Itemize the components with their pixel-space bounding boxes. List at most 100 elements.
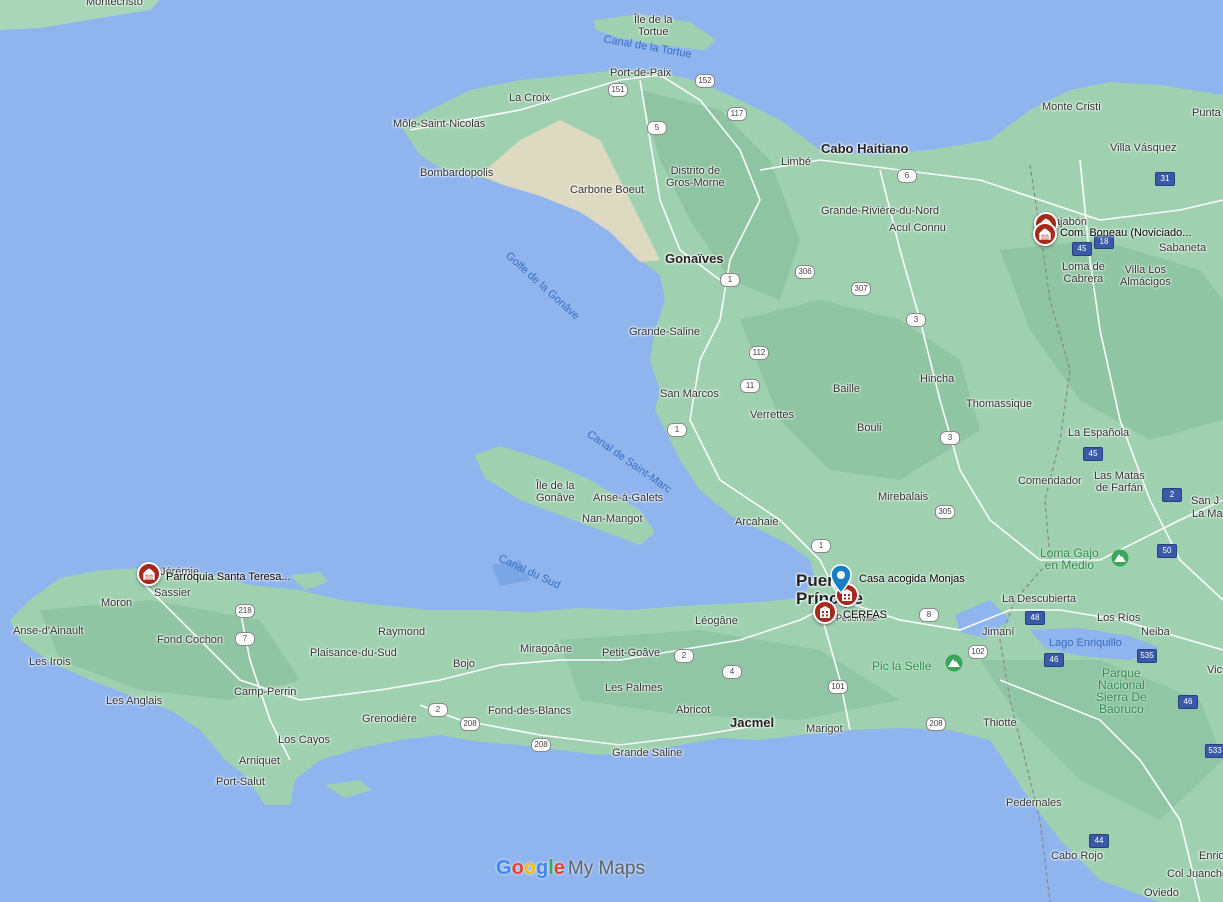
- road-shield: 46: [1178, 695, 1198, 709]
- monastery-icon: [1038, 227, 1052, 241]
- place-label-sassier: Sassier: [154, 587, 191, 599]
- place-label-enriq: Enriq: [1199, 850, 1223, 862]
- place-label-montecristo: Montecristo: [86, 0, 143, 8]
- place-label-jacmel: Jacmel: [730, 715, 775, 730]
- place-label-les-palmes: Les Palmes: [605, 682, 663, 694]
- place-label-fond-des-blancs: Fond-des-Blancs: [488, 705, 572, 717]
- place-label-villa-los-almacigos: Villa Los Almácigos: [1120, 264, 1171, 288]
- road-shield: 4: [722, 665, 742, 679]
- place-label-loma-gajo: Loma Gajo en Medio: [1040, 546, 1099, 572]
- place-label-pic-la-selle: Pic la Selle: [872, 659, 932, 673]
- map-canvas[interactable]: Montecristo Île de la Tortue Port-de-Pai…: [0, 0, 1223, 902]
- road-shield: 151: [608, 83, 628, 97]
- road-shield: 2: [428, 703, 448, 717]
- place-label-grande-saline: Grande-Saline: [629, 326, 700, 338]
- place-label-la-ma: La Ma: [1192, 508, 1223, 520]
- place-label-grenodiere: Grenodière: [362, 713, 418, 725]
- place-label-las-matas: Las Matas de Farfán: [1094, 470, 1145, 494]
- place-label-thomassique: Thomassique: [966, 398, 1033, 410]
- place-label-grande-riviere: Grande-Rivière-du-Nord: [821, 205, 939, 217]
- road-shield: 2: [1162, 488, 1182, 502]
- road-shield: 208: [926, 717, 946, 731]
- place-label-port-salut: Port-Salut: [216, 776, 265, 788]
- place-label-abricot: Abricot: [676, 704, 711, 716]
- place-label-loma-cabrera: Loma de Cabrera: [1062, 261, 1105, 285]
- place-label-arcahaie: Arcahaie: [735, 516, 779, 528]
- place-label-villa-vasquez: Villa Vásquez: [1110, 142, 1177, 154]
- road-shield: 208: [531, 738, 551, 752]
- road-shield: 307: [851, 282, 871, 296]
- place-label-port-de-paix: Port-de-Paix: [610, 67, 672, 79]
- road-shield: 3: [940, 431, 960, 445]
- road-shield: 218: [235, 604, 255, 618]
- road-shield: 535: [1137, 649, 1157, 663]
- place-label-monte-cristi: Monte Cristi: [1042, 101, 1101, 113]
- place-label-les-irois: Les Irois: [29, 656, 71, 668]
- road-shield: 45: [1072, 242, 1092, 256]
- place-label-vic: Vic: [1207, 664, 1223, 676]
- road-shield: 305: [935, 505, 955, 519]
- place-label-acul-connu: Acul Connu: [889, 222, 946, 234]
- road-shield: 46: [1044, 653, 1064, 667]
- place-label-parque-nacional: Parque Nacional Sierra De Baoruco: [1096, 666, 1147, 716]
- place-label-camp-perrin: Camp-Perrin: [234, 686, 297, 698]
- marker-label-com-boneau[interactable]: Com. Boneau (Noviciado...: [1060, 227, 1191, 239]
- map-marker-parroquia-santa-teresa[interactable]: [137, 562, 161, 586]
- map-marker-com-boneau-2[interactable]: [1033, 222, 1057, 246]
- place-label-anse-d-ainault: Anse-d'Ainault: [13, 625, 84, 637]
- mountain-peak-icon: [1111, 549, 1129, 567]
- logo-product-text: My Maps: [567, 858, 645, 879]
- place-label-los-cayos: Los Cayos: [278, 734, 330, 746]
- road-shield: 1: [667, 423, 687, 437]
- road-shield: 306: [795, 265, 815, 279]
- place-label-miragoane: Miragoâne: [520, 643, 572, 655]
- road-shield: 8: [919, 608, 939, 622]
- place-label-la-croix: La Croix: [509, 92, 550, 104]
- road-shield: 102: [968, 645, 988, 659]
- road-shield: 3: [906, 313, 926, 327]
- place-label-limbe: Limbé: [781, 156, 811, 168]
- place-label-sabaneta: Sabaneta: [1159, 242, 1207, 254]
- place-label-gonaives: Gonaïves: [665, 251, 724, 266]
- place-label-pedernales: Pedernales: [1006, 797, 1062, 809]
- place-label-raymond: Raymond: [378, 626, 426, 638]
- place-label-mirebalais: Mirebalais: [878, 491, 929, 503]
- place-label-nan-mangot: Nan-Mangot: [582, 513, 643, 525]
- place-label-cabo-haitiano: Cabo Haitiano: [821, 141, 909, 156]
- place-label-baille: Baille: [833, 383, 860, 395]
- place-label-les-anglais: Les Anglais: [106, 695, 163, 707]
- place-label-cabo-rojo: Cabo Rojo: [1051, 850, 1103, 862]
- road-shield: 50: [1157, 544, 1177, 558]
- place-label-col-juancho: Col Juancho: [1167, 868, 1223, 880]
- building-icon: [820, 606, 830, 618]
- road-shield: 11: [740, 379, 760, 393]
- road-shield: 152: [695, 74, 715, 88]
- place-label-jimani: Jimaní: [982, 626, 1015, 638]
- marker-label-casa-acogida[interactable]: Casa acogida Monjas: [859, 573, 965, 585]
- road-shield: 533: [1205, 744, 1223, 758]
- road-shield: 1: [720, 273, 740, 287]
- place-label-comendador: Comendador: [1018, 475, 1082, 487]
- place-label-la-descubierta: La Descubierta: [1002, 593, 1076, 605]
- place-label-mole-saint-nicolas: Môle-Saint-Nicolas: [393, 118, 486, 130]
- marker-label-parroquia-santa-teresa[interactable]: Parroquia Santa Teresa...: [166, 571, 291, 583]
- place-label-bouli: Bouli: [857, 422, 882, 434]
- place-label-ile-tortue: Île de la Tortue: [634, 14, 673, 38]
- road-shield: 101: [828, 680, 848, 694]
- water-label-lago-enriquillo: Lago Enriquillo: [1049, 637, 1122, 649]
- place-label-distrito: Distrito de Gros-Morne: [666, 165, 725, 189]
- road-shield: 1: [811, 539, 831, 553]
- place-label-hincha: Hincha: [920, 373, 955, 385]
- place-label-leogane: Léogâne: [695, 615, 738, 627]
- map-pin-icon[interactable]: [830, 564, 852, 594]
- marker-label-cerfas[interactable]: CERFAS: [843, 609, 887, 621]
- place-label-neiba: Neiba: [1141, 626, 1170, 638]
- place-label-san-marcos: San Marcos: [660, 388, 719, 400]
- road-shield: 117: [727, 107, 747, 121]
- place-label-grande-saline-south: Grande Saline: [612, 747, 683, 759]
- place-label-plaisance-du-sud: Plaisance-du-Sud: [310, 647, 397, 659]
- place-label-carbone-boeut: Carbone Boeut: [570, 184, 644, 196]
- place-label-moron: Moron: [101, 597, 133, 609]
- road-shield: 2: [674, 649, 694, 663]
- map-marker-cerfas[interactable]: [813, 600, 837, 624]
